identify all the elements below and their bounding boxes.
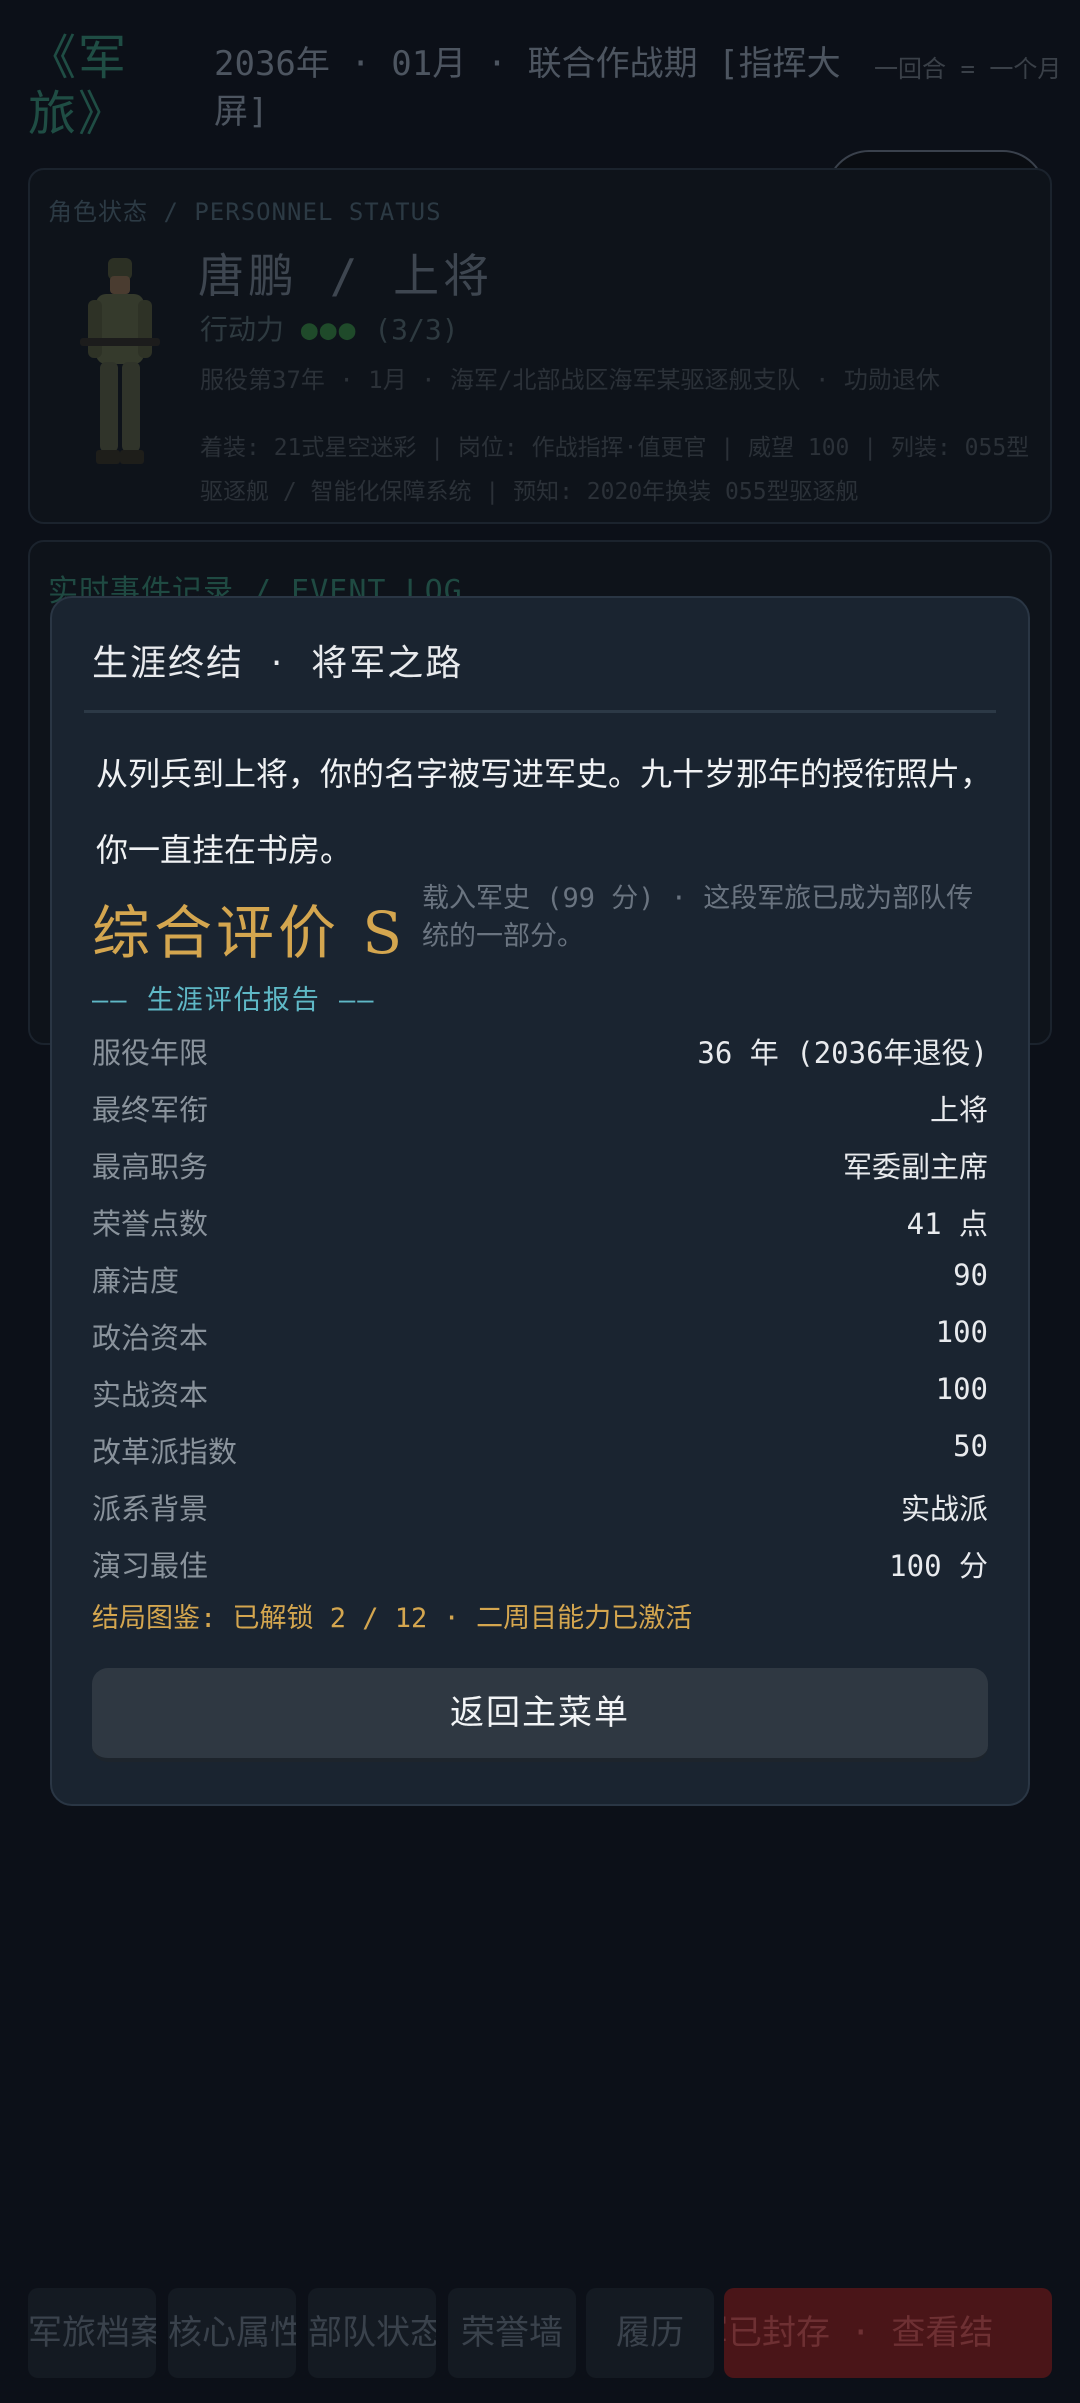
stat-row: 实战资本 100 <box>92 1366 988 1423</box>
endings-progress: 结局图鉴: 已解锁 2 / 12 · 二周目能力已激活 <box>92 1603 693 1634</box>
tab-archive[interactable]: 军旅档案 <box>28 2288 156 2378</box>
overall-grade: 综合评价 S <box>92 899 407 967</box>
top-bar: 《军旅》 2036年 · 01月 · 联合作战期 [指挥大屏] 一回合 = 一个… <box>28 30 1061 142</box>
stat-key: 最终军衔 <box>92 1093 209 1127</box>
stat-value: 实战派 <box>900 1492 988 1526</box>
tab-honor-wall[interactable]: 荣誉墙 <box>448 2288 576 2378</box>
stat-key: 政治资本 <box>92 1321 209 1355</box>
career-story: 从列兵到上将，你的名字被写进军史。九十岁那年的授衔照片，你一直挂在书房。 <box>96 755 993 869</box>
stat-value: 军委副主席 <box>842 1150 988 1184</box>
stat-value: 100 分 <box>889 1549 988 1583</box>
stat-value: 100 <box>935 1372 988 1406</box>
return-main-menu-button[interactable]: 返回主菜单 <box>92 1668 988 1762</box>
report-header: —— 生涯评估报告 —— <box>92 985 376 1016</box>
app-logo: 《军旅》 <box>28 30 129 142</box>
stat-row: 最高职务 军委副主席 <box>92 1138 988 1195</box>
stat-key: 荣誉点数 <box>92 1207 209 1241</box>
action-points: 行动力 ●●● (3/3) <box>200 308 459 348</box>
panel-label: 角色状态 / PERSONNEL STATUS <box>48 198 442 226</box>
action-label: 行动力 <box>200 313 285 346</box>
stat-key: 改革派指数 <box>92 1435 238 1469</box>
personnel-status-panel: 角色状态 / PERSONNEL STATUS 唐鹏 / 上将 行动力 ●●● … <box>28 168 1052 524</box>
stat-key: 最高职务 <box>92 1150 209 1184</box>
tab-core-attributes[interactable]: 核心属性 <box>168 2288 296 2378</box>
stat-key: 廉洁度 <box>92 1264 180 1298</box>
stat-row: 最终军衔 上将 <box>92 1081 988 1138</box>
stat-row: 荣誉点数 41 点 <box>92 1195 988 1252</box>
stat-value: 36 年 (2036年退役) <box>697 1036 988 1070</box>
stat-row: 政治资本 100 <box>92 1309 988 1366</box>
action-count: (3/3) <box>374 313 459 346</box>
date-title: 2036年 · 01月 · 联合作战期 [指挥大屏] <box>214 44 841 132</box>
stat-key: 实战资本 <box>92 1378 209 1412</box>
modal-title: 生涯终结 · 将军之路 <box>92 643 464 684</box>
stat-key: 演习最佳 <box>92 1549 209 1583</box>
modal-divider <box>84 710 996 713</box>
stat-value: 100 <box>935 1315 988 1349</box>
stat-row: 廉洁度 90 <box>92 1252 988 1309</box>
sealed-tab-label: 军已封存 · 查看结 <box>724 2313 994 2353</box>
bottom-tab-bar: 军旅档案 核心属性 部队状态 荣誉墙 履历 军已封存 · 查看结 <box>28 2288 1052 2378</box>
career-stats-list: 服役年限 36 年 (2036年退役) 最终军衔 上将 最高职务 军委副主席 荣誉点数… <box>92 1024 988 1594</box>
stat-row: 改革派指数 50 <box>92 1423 988 1480</box>
stat-key: 派系背景 <box>92 1492 209 1526</box>
stat-value: 50 <box>953 1429 988 1463</box>
stat-row: 派系背景 实战派 <box>92 1480 988 1537</box>
turn-note: 一回合 = 一个月 <box>874 55 1062 83</box>
soldier-avatar <box>80 258 160 464</box>
service-line: 服役第37年 · 1月 · 海军/北部战区海军某驱逐舰支队 · 功勋退休 <box>200 366 940 394</box>
action-pips: ●●● <box>300 313 358 346</box>
tab-unit-status[interactable]: 部队状态 <box>308 2288 436 2378</box>
stat-key: 服役年限 <box>92 1036 209 1070</box>
career-end-modal: 生涯终结 · 将军之路 从列兵到上将，你的名字被写进军史。九十岁那年的授衔照片，… <box>50 596 1030 1806</box>
stat-row: 演习最佳 100 分 <box>92 1537 988 1594</box>
tab-sealed-view[interactable]: 军已封存 · 查看结 <box>724 2288 1052 2378</box>
stat-value: 41 点 <box>906 1207 988 1241</box>
tab-resume[interactable]: 履历 <box>586 2288 714 2378</box>
gear-line: 着装: 21式星空迷彩 | 岗位: 作战指挥·值更官 | 威望 100 | 列装… <box>200 435 1030 505</box>
stat-value: 90 <box>953 1258 988 1292</box>
stat-row: 服役年限 36 年 (2036年退役) <box>92 1024 988 1081</box>
stat-value: 上将 <box>929 1093 988 1127</box>
grade-note: 载入军史 (99 分) · 这段军旅已成为部队传统的一部分。 <box>422 883 974 952</box>
player-name-rank: 唐鹏 / 上将 <box>198 249 494 303</box>
